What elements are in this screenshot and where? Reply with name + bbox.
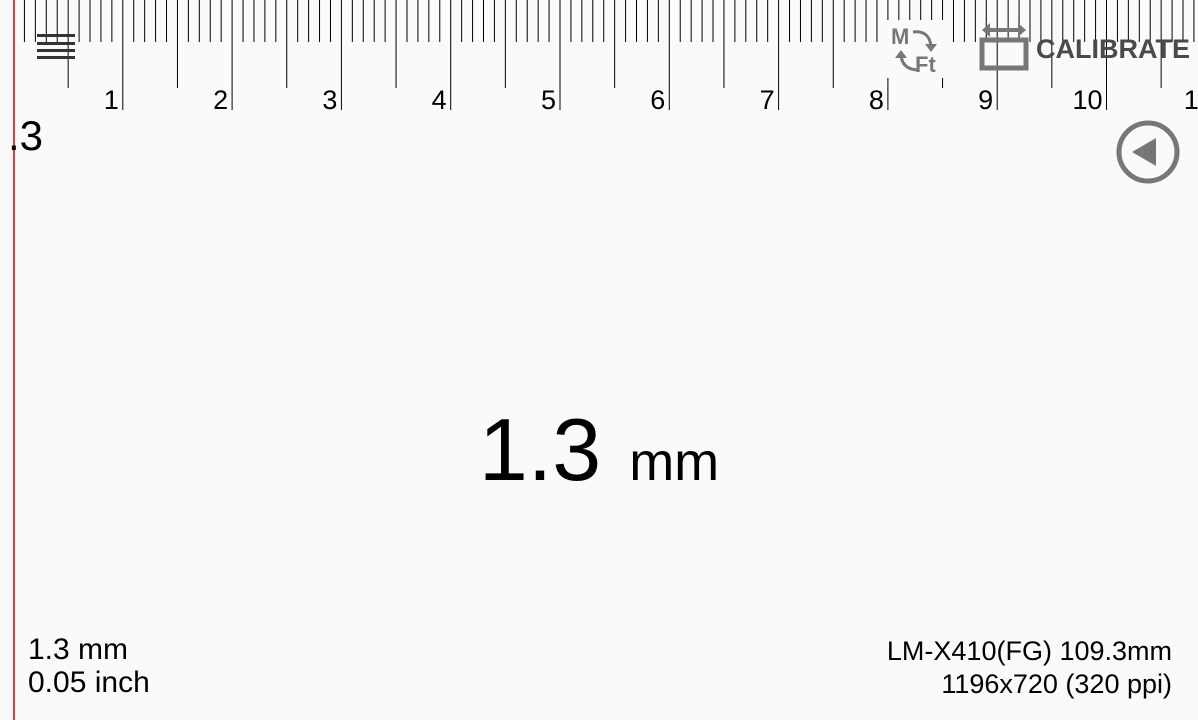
- ruler-label-5: 5: [541, 85, 556, 115]
- calibrate-width-icon: [979, 23, 1029, 71]
- unit-toggle-button[interactable]: M Ft: [885, 20, 951, 78]
- ruler-label-7: 7: [760, 85, 775, 115]
- main-reading: 1.3 mm: [0, 395, 1198, 505]
- ruler-label-11: 11: [1184, 85, 1198, 115]
- reading-unit: mm: [629, 432, 720, 492]
- footer-mm-text: 1.3 mm: [28, 633, 129, 666]
- meters-feet-toggle-icon: M Ft: [885, 20, 951, 78]
- footer-device-text: LM-X410(FG) 109.3mm: [886, 636, 1172, 666]
- back-button[interactable]: [1114, 118, 1182, 186]
- marker-value-label: .3: [8, 112, 44, 159]
- ruler-label-6: 6: [650, 85, 665, 115]
- ruler-label-2: 2: [213, 85, 228, 115]
- calibrate-button[interactable]: CALIBRATE: [976, 20, 1190, 74]
- unit-toggle-ft-text: Ft: [915, 52, 936, 77]
- unit-toggle-m-text: M: [891, 24, 909, 49]
- play-left-circle-icon: [1116, 120, 1180, 184]
- ruler-label-8: 8: [869, 85, 884, 115]
- ruler-label-10: 10: [1072, 85, 1102, 115]
- ruler-label-4: 4: [432, 85, 447, 115]
- ruler-label-3: 3: [322, 85, 337, 115]
- ruler-label-1: 1: [104, 85, 119, 115]
- ruler-app: 1 2 3 4 5 6 7 8 9 10 11 M Ft CALIBRATE .3: [0, 0, 1198, 720]
- footer-inch-text: 0.05 inch: [28, 666, 150, 699]
- ruler-labels: 1 2 3 4 5 6 7 8 9 10 11: [104, 85, 1198, 115]
- menu-button[interactable]: [28, 25, 84, 69]
- ruler-label-9: 9: [978, 85, 993, 115]
- footer-resolution-text: 1196x720 (320 ppi): [941, 669, 1172, 699]
- measure-marker-line[interactable]: [13, 0, 15, 720]
- reading-value: 1.3: [478, 400, 602, 499]
- calibrate-label: CALIBRATE: [1036, 34, 1190, 64]
